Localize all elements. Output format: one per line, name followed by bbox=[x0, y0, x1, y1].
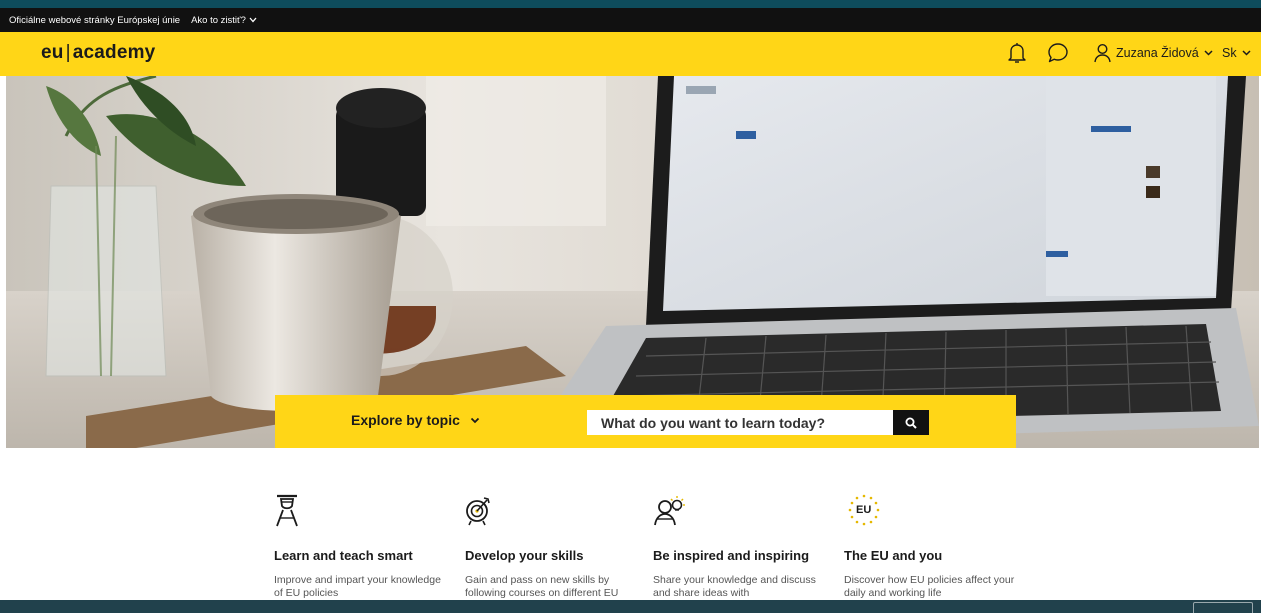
chevron-down-icon bbox=[1204, 50, 1213, 56]
feature-description: Gain and pass on new skills by following… bbox=[465, 574, 619, 599]
feature-title: Develop your skills bbox=[465, 548, 584, 563]
how-to-know-link[interactable]: Ako to zistiť? bbox=[191, 15, 257, 26]
window-top-strip bbox=[0, 0, 1261, 8]
explore-by-topic-label: Explore by topic bbox=[351, 412, 460, 428]
bell-icon bbox=[1008, 43, 1026, 63]
feature-description: Improve and impart your knowledge of EU … bbox=[274, 574, 441, 599]
feature-description: Share your knowledge and discuss and sha… bbox=[653, 574, 816, 599]
feature-title: The EU and you bbox=[844, 548, 943, 563]
hero-image bbox=[6, 76, 1259, 448]
target-icon bbox=[466, 497, 490, 526]
logo-academy-text: academy bbox=[72, 42, 156, 63]
eu-academy-logo[interactable]: eu | academy bbox=[41, 42, 155, 64]
site-header: eu | academy Zuzana Židová Sk bbox=[0, 32, 1261, 76]
idea-person-icon bbox=[654, 496, 685, 526]
cookie-banner-bar bbox=[0, 600, 1261, 613]
search-band: Explore by topic bbox=[275, 395, 1016, 448]
search-icon bbox=[905, 417, 917, 429]
official-eu-bar: Oficiálne webové stránky Európskej únie … bbox=[0, 8, 1261, 32]
how-to-know-label: Ako to zistiť? bbox=[191, 14, 246, 26]
feature-eu-and-you[interactable]: EU The EU and you Discover how EU polici… bbox=[844, 493, 1019, 600]
feature-develop-skills[interactable]: Develop your skills Gain and pass on new… bbox=[465, 493, 640, 600]
cookie-banner-button[interactable] bbox=[1193, 602, 1253, 613]
notifications-button[interactable] bbox=[1003, 39, 1031, 67]
feature-title: Learn and teach smart bbox=[274, 548, 413, 563]
language-code: Sk bbox=[1222, 46, 1237, 60]
feature-description: Discover how EU policies affect your dai… bbox=[844, 574, 1015, 599]
feature-be-inspired[interactable]: Be inspired and inspiring Share your kno… bbox=[653, 493, 828, 600]
teacher-icon bbox=[276, 494, 298, 527]
search-input[interactable] bbox=[587, 410, 893, 435]
chevron-down-icon bbox=[249, 17, 257, 23]
official-site-text: Oficiálne webové stránky Európskej únie bbox=[9, 14, 181, 26]
logo-eu-text: eu bbox=[41, 42, 64, 63]
chat-bubble-icon bbox=[1048, 43, 1068, 63]
user-menu[interactable]: Zuzana Židová bbox=[1094, 40, 1218, 66]
desk-laptop-photo-illustration bbox=[6, 76, 1259, 448]
feature-title: Be inspired and inspiring bbox=[653, 548, 810, 563]
search-button[interactable] bbox=[893, 410, 929, 435]
chevron-down-icon bbox=[1242, 50, 1251, 56]
user-name: Zuzana Židová bbox=[1116, 46, 1199, 60]
explore-by-topic-dropdown[interactable]: Explore by topic bbox=[351, 412, 480, 428]
user-icon bbox=[1094, 43, 1111, 63]
messages-button[interactable] bbox=[1044, 39, 1072, 67]
chevron-down-icon bbox=[470, 417, 480, 423]
eu-badge-text: EU bbox=[856, 504, 872, 516]
feature-learn-and-teach[interactable]: Learn and teach smart Improve and impart… bbox=[274, 493, 449, 600]
logo-separator: | bbox=[65, 42, 71, 63]
language-selector[interactable]: Sk bbox=[1222, 40, 1251, 66]
